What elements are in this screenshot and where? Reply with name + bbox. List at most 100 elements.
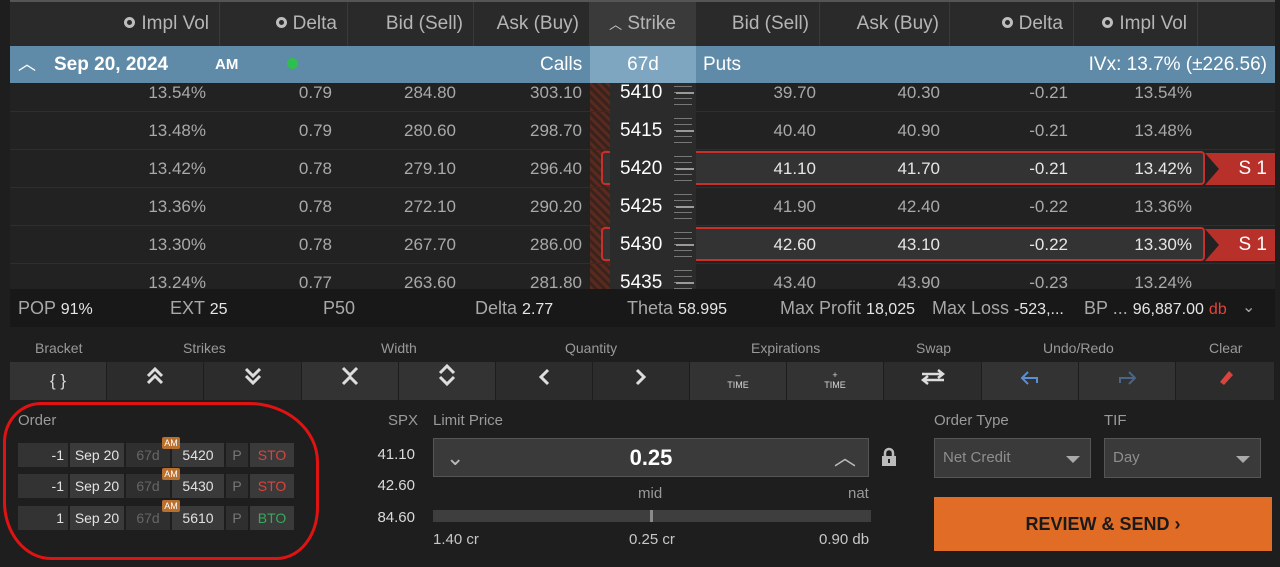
cell-p-iv[interactable]: 13.42%: [1074, 150, 1192, 188]
increase-price-icon[interactable]: ︿: [834, 439, 856, 476]
cell-c-delta[interactable]: 0.78: [206, 188, 332, 226]
cell-c-ask[interactable]: 303.10: [456, 83, 582, 112]
quantity-increase-button[interactable]: [593, 362, 690, 400]
decrease-price-icon[interactable]: ⌄: [446, 439, 464, 476]
cell-p-delta[interactable]: -0.22: [950, 188, 1068, 226]
price-slider[interactable]: [433, 510, 871, 522]
header-put-bid[interactable]: Bid (Sell): [696, 2, 820, 46]
cell-p-delta[interactable]: -0.21: [950, 83, 1068, 112]
leg-quantity[interactable]: 1: [18, 506, 68, 530]
cell-c-ask[interactable]: 296.40: [456, 150, 582, 188]
cell-p-bid[interactable]: 41.90: [696, 188, 816, 226]
cell-p-iv[interactable]: 13.24%: [1074, 264, 1192, 289]
cell-p-ask[interactable]: 40.90: [820, 112, 940, 150]
cell-p-bid[interactable]: 39.70: [696, 83, 816, 112]
cell-p-bid[interactable]: 40.40: [696, 112, 816, 150]
header-put-delta[interactable]: Delta: [950, 2, 1074, 46]
cell-c-bid[interactable]: 267.70: [332, 226, 456, 264]
cell-c-bid[interactable]: 263.60: [332, 264, 456, 289]
strikes-down-button[interactable]: [204, 362, 302, 400]
cell-p-ask[interactable]: 40.30: [820, 83, 940, 112]
chain-row[interactable]: 13.48% 0.79 280.60 298.70 40.40 40.90 -0.21 13.…: [10, 112, 1275, 150]
cell-c-delta[interactable]: 0.79: [206, 83, 332, 112]
cell-c-bid[interactable]: 280.60: [332, 112, 456, 150]
cell-p-iv[interactable]: 13.54%: [1074, 83, 1192, 112]
leg-expiration[interactable]: Sep 20: [70, 443, 124, 467]
chain-row[interactable]: 13.24% 0.77 263.60 281.80 43.40 43.90 -0.23 13.…: [10, 264, 1275, 289]
header-call-bid[interactable]: Bid (Sell): [348, 2, 474, 46]
chain-row[interactable]: 13.42% 0.78 279.10 296.40 41.10 41.70 -0.21 13.…: [10, 150, 1275, 188]
collapse-chevron-icon[interactable]: ︿: [18, 46, 36, 83]
chain-row[interactable]: 13.36% 0.78 272.10 290.20 41.90 42.40 -0.22 13.…: [10, 188, 1275, 226]
tif-select[interactable]: Day: [1104, 438, 1261, 478]
limit-price-input[interactable]: 0.25 ⌄ ︿: [433, 438, 869, 477]
limit-price-value[interactable]: 0.25: [434, 439, 868, 476]
width-narrow-button[interactable]: [302, 362, 399, 400]
header-call-delta[interactable]: Delta: [220, 2, 348, 46]
cell-c-ask[interactable]: 281.80: [456, 264, 582, 289]
cell-p-bid[interactable]: 43.40: [696, 264, 816, 289]
cell-c-delta[interactable]: 0.78: [206, 226, 332, 264]
cell-c-iv[interactable]: 13.30%: [70, 226, 206, 264]
strikes-up-button[interactable]: [107, 362, 204, 400]
cell-p-delta[interactable]: -0.21: [950, 150, 1068, 188]
cell-c-bid[interactable]: 284.80: [332, 83, 456, 112]
cell-p-iv[interactable]: 13.48%: [1074, 112, 1192, 150]
quantity-decrease-button[interactable]: [496, 362, 593, 400]
cell-p-iv[interactable]: 13.36%: [1074, 188, 1192, 226]
cell-p-iv[interactable]: 13.30%: [1074, 226, 1192, 264]
cell-p-ask[interactable]: 42.40: [820, 188, 940, 226]
undo-button[interactable]: [982, 362, 1079, 400]
cell-p-ask[interactable]: 43.10: [820, 226, 940, 264]
clear-button[interactable]: [1176, 362, 1275, 400]
leg-type[interactable]: P: [226, 443, 248, 467]
expiration-later-button[interactable]: + TIME: [787, 362, 884, 400]
cell-p-delta[interactable]: -0.21: [950, 112, 1068, 150]
review-and-send-button[interactable]: REVIEW & SEND ›: [934, 497, 1272, 551]
cell-c-bid[interactable]: 272.10: [332, 188, 456, 226]
redo-button[interactable]: [1079, 362, 1176, 400]
slider-knob[interactable]: [650, 510, 653, 522]
leg-type[interactable]: P: [226, 474, 248, 498]
leg-action[interactable]: BTO: [250, 506, 294, 530]
header-call-ask[interactable]: Ask (Buy): [474, 2, 590, 46]
expand-chevron-icon[interactable]: ⌄: [1242, 289, 1255, 327]
leg-expiration[interactable]: Sep 20: [70, 474, 124, 498]
cell-c-ask[interactable]: 286.00: [456, 226, 582, 264]
leg-quantity[interactable]: -1: [18, 474, 68, 498]
lock-icon[interactable]: [880, 447, 898, 467]
bracket-button[interactable]: { }: [10, 362, 107, 400]
cell-p-ask[interactable]: 41.70: [820, 150, 940, 188]
chain-row[interactable]: 13.30% 0.78 267.70 286.00 42.60 43.10 -0.22 13.…: [10, 226, 1275, 264]
header-put-ask[interactable]: Ask (Buy): [820, 2, 950, 46]
cell-c-iv[interactable]: 13.24%: [70, 264, 206, 289]
expiration-earlier-button[interactable]: – TIME: [690, 362, 787, 400]
cell-p-delta[interactable]: -0.22: [950, 226, 1068, 264]
cell-c-iv[interactable]: 13.36%: [70, 188, 206, 226]
width-widen-button[interactable]: [399, 362, 496, 400]
cell-p-bid[interactable]: 41.10: [696, 150, 816, 188]
cell-p-ask[interactable]: 43.90: [820, 264, 940, 289]
cell-c-iv[interactable]: 13.48%: [70, 112, 206, 150]
cell-c-iv[interactable]: 13.42%: [70, 150, 206, 188]
order-type-select[interactable]: Net Credit: [934, 438, 1091, 478]
cell-c-delta[interactable]: 0.78: [206, 150, 332, 188]
cell-c-iv[interactable]: 13.54%: [70, 83, 206, 112]
header-strike[interactable]: ︿ Strike: [590, 2, 696, 46]
cell-c-ask[interactable]: 290.20: [456, 188, 582, 226]
expiration-row[interactable]: ︿ Sep 20, 2024 AM Calls 67d Puts IVx: 13…: [10, 46, 1275, 83]
chain-row[interactable]: 13.54% 0.79 284.80 303.10 39.70 40.30 -0.21 13.…: [10, 83, 1275, 112]
leg-type[interactable]: P: [226, 506, 248, 530]
cell-c-delta[interactable]: 0.79: [206, 112, 332, 150]
cell-c-delta[interactable]: 0.77: [206, 264, 332, 289]
leg-action[interactable]: STO: [250, 474, 294, 498]
cell-p-delta[interactable]: -0.23: [950, 264, 1068, 289]
cell-c-ask[interactable]: 298.70: [456, 112, 582, 150]
cell-p-bid[interactable]: 42.60: [696, 226, 816, 264]
cell-c-bid[interactable]: 279.10: [332, 150, 456, 188]
leg-expiration[interactable]: Sep 20: [70, 506, 124, 530]
leg-action[interactable]: STO: [250, 443, 294, 467]
swap-button[interactable]: [884, 362, 982, 400]
leg-quantity[interactable]: -1: [18, 443, 68, 467]
header-call-impl-vol[interactable]: Impl Vol: [98, 2, 220, 46]
